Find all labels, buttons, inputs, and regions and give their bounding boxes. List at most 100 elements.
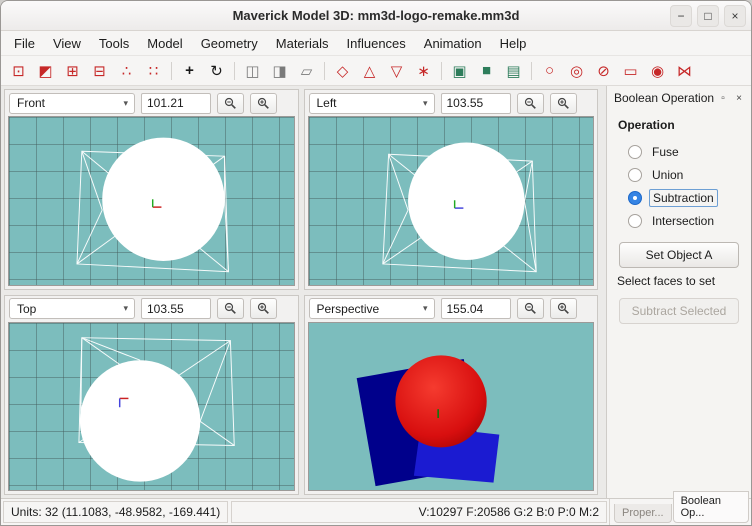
radio-circle-icon	[628, 168, 642, 182]
radio-label-subtraction: Subtraction	[649, 189, 718, 207]
zoom-out-button[interactable]	[517, 298, 544, 319]
zoom-out-button[interactable]	[217, 93, 244, 114]
tool-hide-icon[interactable]: ◫	[240, 59, 265, 83]
zoom-in-button[interactable]	[550, 93, 577, 114]
menu-geometry[interactable]: Geometry	[192, 34, 267, 53]
zoom-in-icon	[557, 97, 570, 110]
close-button[interactable]: ×	[724, 5, 746, 27]
viewport-perspective-canvas[interactable]	[308, 322, 595, 492]
panel-body: Operation Fuse Union Subtraction Interse…	[607, 110, 751, 334]
menu-influences[interactable]: Influences	[338, 34, 415, 53]
view-select-value: Top	[17, 302, 36, 316]
zoom-out-icon	[524, 97, 537, 110]
panel-header: Boolean Operation ▫ ×	[607, 86, 751, 110]
tab-boolean-operation[interactable]: Boolean Op...	[673, 491, 749, 523]
viewport-left: Left ▾	[304, 89, 599, 290]
zoom-in-button[interactable]	[550, 298, 577, 319]
viewport-front-canvas[interactable]	[8, 116, 295, 286]
tool-select-faces-icon[interactable]: ◩	[33, 59, 58, 83]
zoom-level-input[interactable]	[141, 93, 211, 114]
tool-edge-turn-icon[interactable]: △	[357, 59, 382, 83]
chevron-down-icon: ▾	[417, 303, 434, 314]
tool-bowtie-icon[interactable]: ⋈	[672, 59, 697, 83]
radio-subtraction[interactable]: Subtraction	[628, 186, 742, 209]
viewport-left-header: Left ▾	[305, 90, 598, 116]
zoom-out-icon	[224, 97, 237, 110]
tool-select-groups-icon[interactable]: ⊟	[87, 59, 112, 83]
zoom-level-input[interactable]	[441, 93, 511, 114]
menu-tools[interactable]: Tools	[90, 34, 138, 53]
tool-rotate-icon[interactable]: ↻	[204, 59, 229, 83]
radio-label-intersection: Intersection	[649, 213, 717, 229]
maximize-button[interactable]: □	[697, 5, 719, 27]
close-panel-button[interactable]: ×	[731, 90, 747, 106]
top-wireframe-model	[9, 323, 294, 491]
front-wireframe-model	[9, 117, 294, 285]
set-object-a-button[interactable]: Set Object A	[619, 242, 739, 268]
tool-snap-icon[interactable]: ∗	[411, 59, 436, 83]
viewport-top-canvas[interactable]	[8, 322, 295, 492]
toolbar-separator	[531, 62, 532, 80]
zoom-in-button[interactable]	[250, 298, 277, 319]
viewport-front: Front ▾	[4, 89, 299, 290]
menu-model[interactable]: Model	[138, 34, 191, 53]
tool-cube-icon[interactable]: ■	[474, 59, 499, 83]
zoom-out-icon	[224, 302, 237, 315]
menu-animation[interactable]: Animation	[415, 34, 491, 53]
menu-help[interactable]: Help	[491, 34, 536, 53]
zoom-in-icon	[557, 302, 570, 315]
tool-select-connected-icon[interactable]: ⊞	[60, 59, 85, 83]
tool-select-vertices-icon[interactable]: ⊡	[6, 59, 31, 83]
zoom-level-input[interactable]	[141, 298, 211, 319]
zoom-level-input[interactable]	[441, 298, 511, 319]
tool-texture-icon[interactable]: ▣	[447, 59, 472, 83]
viewport-left-canvas[interactable]	[308, 116, 595, 286]
zoom-out-button[interactable]	[517, 93, 544, 114]
titlebar: Maverick Model 3D: mm3d-logo-remake.mm3d…	[1, 1, 751, 31]
window-title: Maverick Model 3D: mm3d-logo-remake.mm3d	[1, 8, 751, 23]
zoom-in-button[interactable]	[250, 93, 277, 114]
tool-flatten-icon[interactable]: ▱	[294, 59, 319, 83]
minimize-button[interactable]: −	[670, 5, 692, 27]
close-icon: ×	[731, 9, 738, 23]
viewport-perspective: Perspective ▾	[304, 295, 599, 496]
perspective-render	[309, 323, 594, 491]
chevron-down-icon: ▾	[117, 98, 134, 109]
viewport-top-header: Top ▾	[5, 296, 298, 322]
tool-rectangle-icon[interactable]: ▭	[618, 59, 643, 83]
viewport-grid: Front ▾	[1, 86, 601, 498]
tool-mirror-icon[interactable]: ◨	[267, 59, 292, 83]
tool-select-points-icon[interactable]: ∷	[141, 59, 166, 83]
tool-sphere-icon[interactable]: ○	[537, 59, 562, 83]
statusbar: Units: 32 (11.1083, -48.9582, -169.441) …	[1, 498, 751, 525]
float-panel-button[interactable]: ▫	[715, 90, 731, 106]
float-icon: ▫	[721, 93, 725, 104]
menu-materials[interactable]: Materials	[267, 34, 338, 53]
tool-edge-divide-icon[interactable]: ▽	[384, 59, 409, 83]
menu-view[interactable]: View	[44, 34, 90, 53]
radio-intersection[interactable]: Intersection	[628, 209, 742, 232]
tool-ellipsoid-icon[interactable]: ⊘	[591, 59, 616, 83]
radio-union[interactable]: Union	[628, 163, 742, 186]
view-select-left[interactable]: Left ▾	[309, 93, 435, 114]
tool-move-icon[interactable]: +	[177, 59, 202, 83]
tab-properties[interactable]: Proper...	[614, 504, 672, 523]
view-select-front[interactable]: Front ▾	[9, 93, 135, 114]
subtract-selected-button[interactable]: Subtract Selected	[619, 298, 739, 324]
tool-ring-icon[interactable]: ◉	[645, 59, 670, 83]
zoom-out-button[interactable]	[217, 298, 244, 319]
view-select-perspective[interactable]: Perspective ▾	[309, 298, 435, 319]
menu-file[interactable]: File	[5, 34, 44, 53]
select-faces-hint: Select faces to set	[617, 274, 742, 288]
radio-fuse[interactable]: Fuse	[628, 140, 742, 163]
left-wireframe-model	[309, 117, 594, 285]
chevron-down-icon: ▾	[417, 98, 434, 109]
viewport-front-header: Front ▾	[5, 90, 298, 116]
tool-cylinder-icon[interactable]: ▤	[501, 59, 526, 83]
view-select-top[interactable]: Top ▾	[9, 298, 135, 319]
toolbar-separator	[441, 62, 442, 80]
app-window: Maverick Model 3D: mm3d-logo-remake.mm3d…	[0, 0, 752, 526]
tool-select-joints-icon[interactable]: ∴	[114, 59, 139, 83]
tool-weld-icon[interactable]: ◇	[330, 59, 355, 83]
tool-torus-icon[interactable]: ◎	[564, 59, 589, 83]
